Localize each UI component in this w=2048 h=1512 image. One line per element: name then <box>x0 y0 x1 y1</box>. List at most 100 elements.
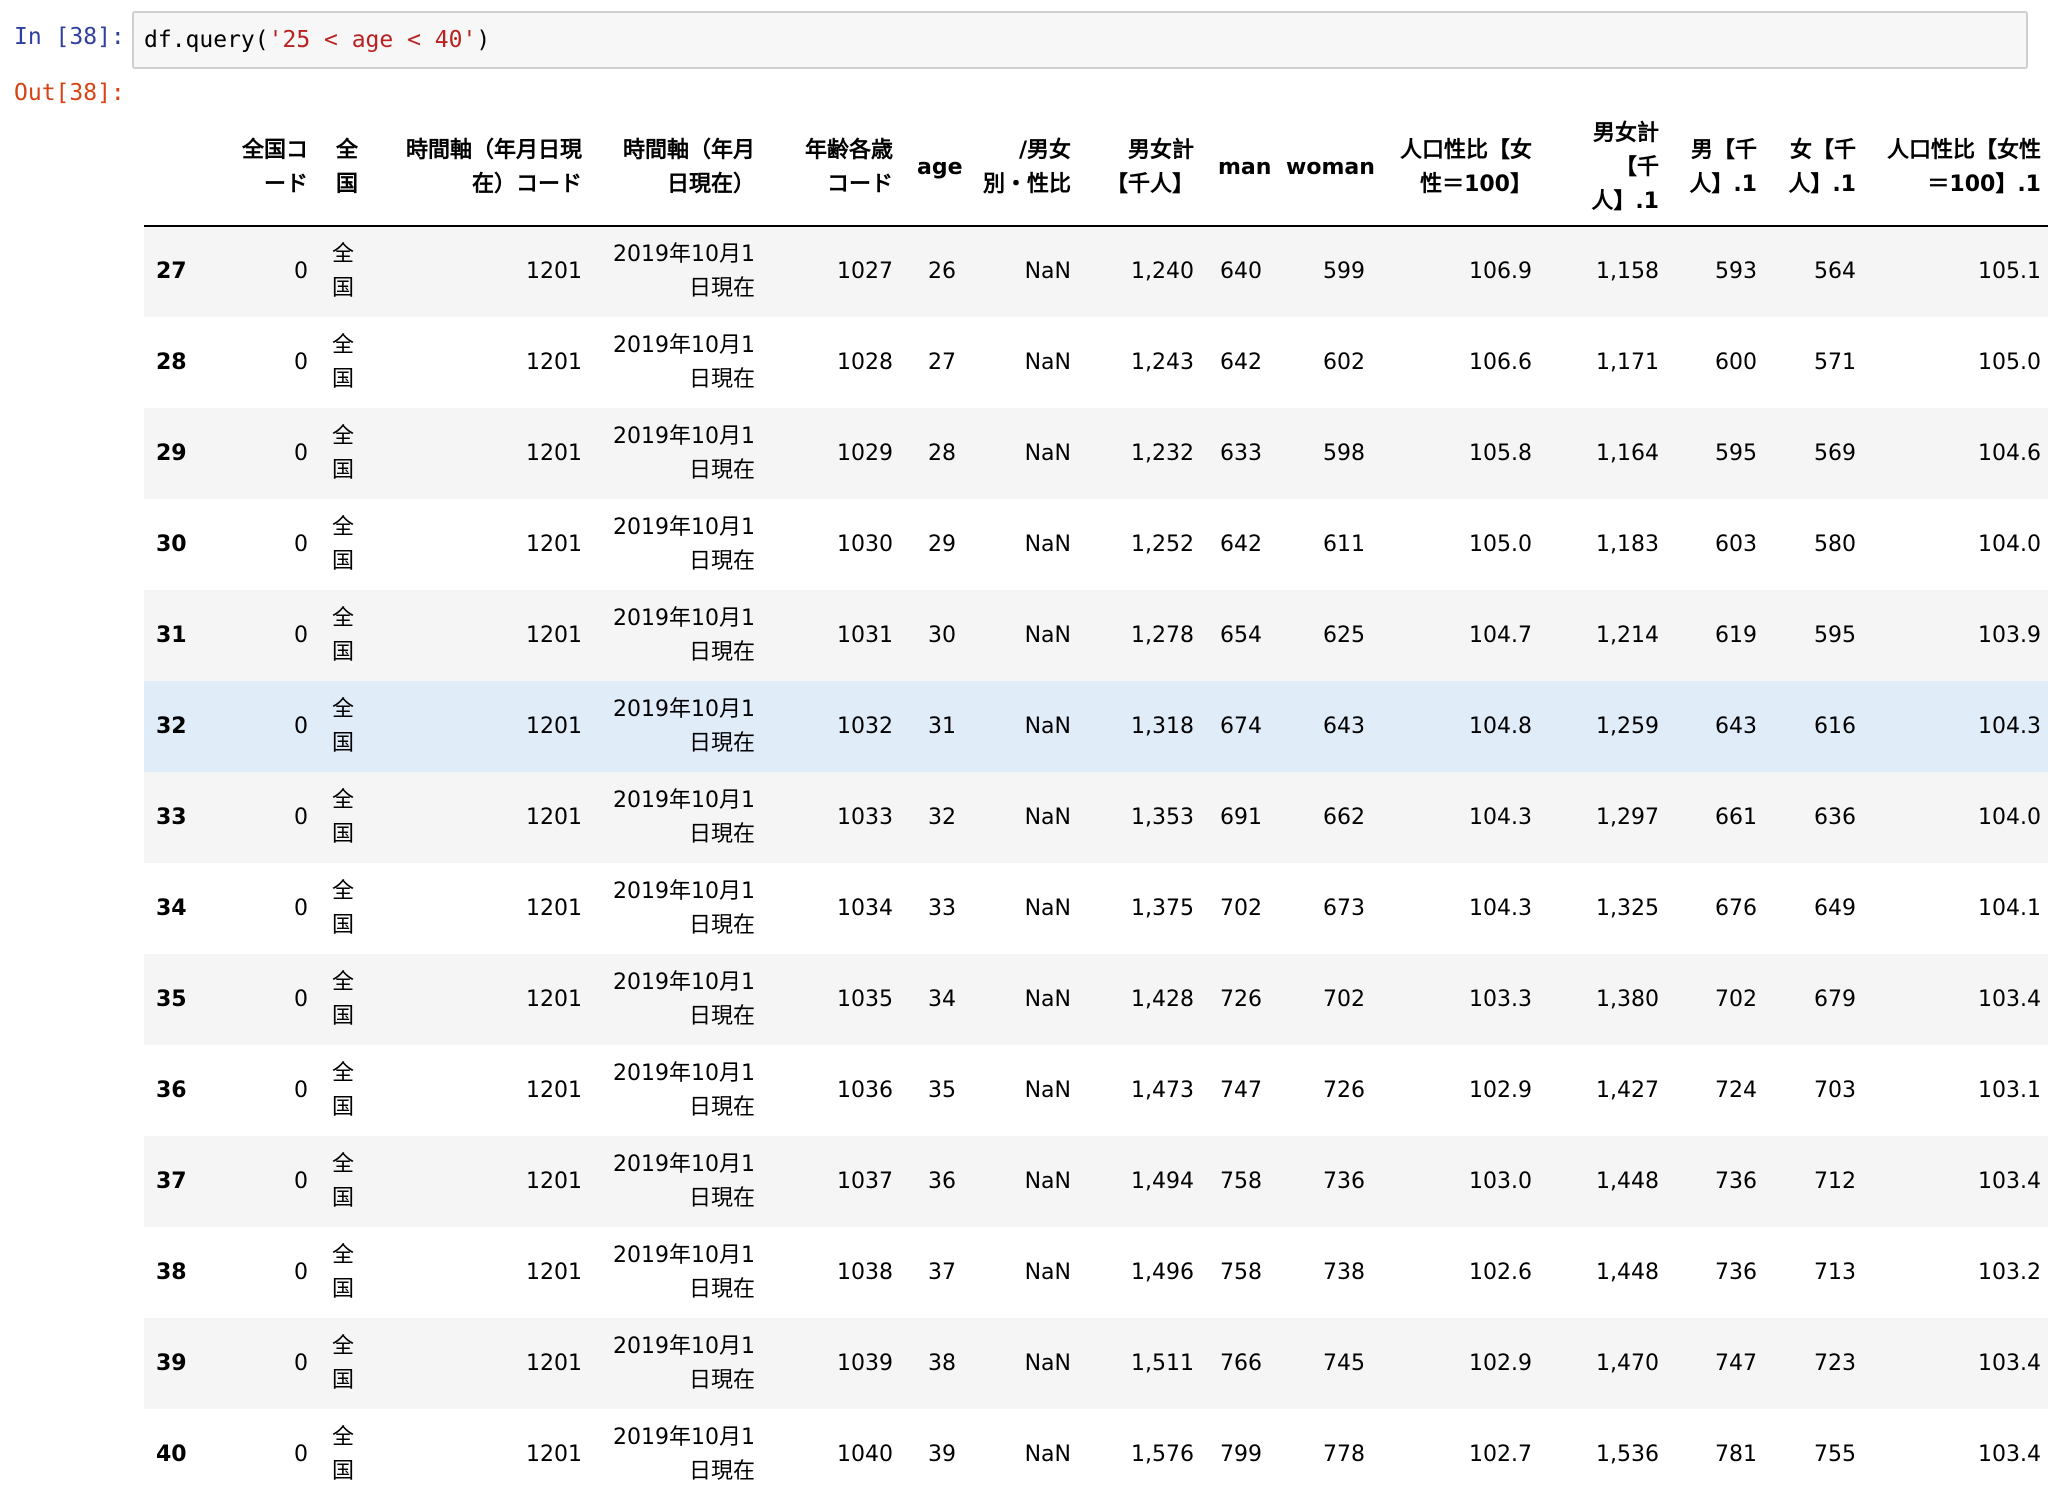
table-cell: 0 <box>294 622 308 648</box>
table-cell: 580 <box>1814 531 1856 557</box>
table-cell: 104.0 <box>1978 804 2041 830</box>
table-cell: 625 <box>1323 622 1365 648</box>
table-cell: 104.7 <box>1469 622 1532 648</box>
column-header: 男女計 【千 人】.1 <box>1544 110 1671 227</box>
table-cell: 2019年10月1 日現在 <box>613 969 755 1029</box>
table-cell: 36 <box>928 1168 956 1194</box>
table-row[interactable]: 34 0 全国 1201 2019年10月1 日現在 1034 33 NaN 1,375 702 67… <box>144 863 2048 954</box>
table-cell: NaN <box>1024 622 1071 648</box>
table-row[interactable]: 31 0 全国 1201 2019年10月1 日現在 1031 30 NaN 1,278 654 62… <box>144 590 2048 681</box>
table-cell: 1,427 <box>1596 1077 1659 1103</box>
table-cell: 27 <box>928 349 956 375</box>
table-cell: 1,470 <box>1596 1350 1659 1376</box>
table-cell: 34 <box>928 986 956 1012</box>
table-cell: 0 <box>294 1441 308 1467</box>
table-cell: 640 <box>1220 259 1262 284</box>
table-cell: 全国 <box>332 1424 355 1484</box>
table-cell: 643 <box>1323 713 1365 739</box>
table-cell: 726 <box>1323 1077 1365 1103</box>
table-cell: 1201 <box>526 986 582 1012</box>
table-cell: 619 <box>1715 622 1757 648</box>
table-cell: 1,164 <box>1596 440 1659 466</box>
table-row[interactable]: 35 0 全国 1201 2019年10月1 日現在 1035 34 NaN 1,428 726 70… <box>144 954 2048 1045</box>
table-cell: 104.0 <box>1978 531 2041 557</box>
table-row[interactable]: 38 0 全国 1201 2019年10月1 日現在 1038 37 NaN 1,496 758 73… <box>144 1227 2048 1318</box>
table-cell: 1,536 <box>1596 1441 1659 1467</box>
table-cell: 103.9 <box>1978 622 2041 648</box>
row-index: 38 <box>156 1259 187 1285</box>
table-cell: 654 <box>1220 622 1262 648</box>
table-cell: 39 <box>928 1441 956 1467</box>
table-cell: 106.6 <box>1469 349 1532 375</box>
table-cell: 736 <box>1715 1168 1757 1194</box>
table-cell: 1201 <box>526 713 582 739</box>
table-cell: 799 <box>1220 1441 1262 1467</box>
table-cell: 1201 <box>526 1259 582 1285</box>
table-cell: 30 <box>928 622 956 648</box>
table-cell: 全国 <box>332 1242 355 1302</box>
table-cell: 712 <box>1814 1168 1856 1194</box>
table-cell: 747 <box>1715 1350 1757 1376</box>
table-cell: 1,511 <box>1131 1350 1194 1376</box>
table-cell: 1201 <box>526 1441 582 1467</box>
table-cell: 642 <box>1220 531 1262 557</box>
table-row[interactable]: 28 0 全国 1201 2019年10月1 日現在 1028 27 NaN 1,243 642 60… <box>144 317 2048 408</box>
table-cell: 全国 <box>332 423 355 483</box>
table-cell: 736 <box>1323 1168 1365 1194</box>
column-header: 全国 <box>320 110 370 227</box>
table-cell: 595 <box>1715 440 1757 466</box>
table-cell: 106.9 <box>1469 259 1532 284</box>
code-input-cell[interactable]: df.query('25 < age < 40') <box>132 11 2028 69</box>
table-row[interactable]: 37 0 全国 1201 2019年10月1 日現在 1037 36 NaN 1,494 758 73… <box>144 1136 2048 1227</box>
header-row: 全国コ ード全国時間軸（年月日現 在）コード 時間軸（年月 日現在） 年齢各歳 コード age… <box>144 110 2048 227</box>
table-cell: 1201 <box>526 440 582 466</box>
table-cell: 104.6 <box>1978 440 2041 466</box>
table-cell: 2019年10月1 日現在 <box>613 514 755 574</box>
table-cell: 0 <box>294 713 308 739</box>
table-cell: 1,494 <box>1131 1168 1194 1194</box>
table-cell: 2019年10月1 日現在 <box>613 423 755 483</box>
column-header: man <box>1206 110 1274 227</box>
dataframe-table: 全国コ ード全国時間軸（年月日現 在）コード 時間軸（年月 日現在） 年齢各歳 コード age… <box>144 110 2048 1500</box>
dataframe-output: 全国コ ード全国時間軸（年月日現 在）コード 時間軸（年月 日現在） 年齢各歳 コード age… <box>144 110 2048 1500</box>
code-string-literal: '25 < age < 40' <box>268 27 477 53</box>
table-cell: 1,240 <box>1131 259 1194 284</box>
table-cell: 0 <box>294 259 308 284</box>
table-cell: 2019年10月1 日現在 <box>613 1060 755 1120</box>
table-row[interactable]: 32 0 全国 1201 2019年10月1 日現在 1032 31 NaN 1,318 674 64… <box>144 681 2048 772</box>
table-row[interactable]: 39 0 全国 1201 2019年10月1 日現在 1039 38 NaN 1,511 766 74… <box>144 1318 2048 1409</box>
table-cell: 1,318 <box>1131 713 1194 739</box>
table-cell: 102.7 <box>1469 1441 1532 1467</box>
table-cell: 662 <box>1323 804 1365 830</box>
table-cell: 全国 <box>332 878 355 938</box>
table-row[interactable]: 30 0 全国 1201 2019年10月1 日現在 1030 29 NaN 1,252 642 61… <box>144 499 2048 590</box>
table-cell: 0 <box>294 1350 308 1376</box>
table-cell: 702 <box>1323 986 1365 1012</box>
table-cell: NaN <box>1024 713 1071 739</box>
table-cell: 103.4 <box>1978 1168 2041 1194</box>
table-cell: 1201 <box>526 804 582 830</box>
table-cell: 758 <box>1220 1168 1262 1194</box>
table-cell: 全国 <box>332 696 355 756</box>
table-cell: 0 <box>294 1168 308 1194</box>
table-cell: NaN <box>1024 1077 1071 1103</box>
column-header: woman <box>1274 110 1377 227</box>
table-cell: 1,158 <box>1596 259 1659 284</box>
table-cell: 611 <box>1323 531 1365 557</box>
table-cell: 595 <box>1814 622 1856 648</box>
table-row[interactable]: 36 0 全国 1201 2019年10月1 日現在 1036 35 NaN 1,473 747 72… <box>144 1045 2048 1136</box>
table-cell: 2019年10月1 日現在 <box>613 1424 755 1484</box>
table-cell: 778 <box>1323 1441 1365 1467</box>
column-header: 時間軸（年月日現 在）コード <box>370 110 594 227</box>
table-cell: 全国 <box>332 1333 355 1393</box>
table-row[interactable]: 29 0 全国 1201 2019年10月1 日現在 1029 28 NaN 1,232 633 59… <box>144 408 2048 499</box>
table-cell: 0 <box>294 531 308 557</box>
table-row[interactable]: 27 0 全国 1201 2019年10月1 日現在 1027 26 NaN 1,240 640 59… <box>144 226 2048 317</box>
table-row[interactable]: 33 0 全国 1201 2019年10月1 日現在 1033 32 NaN 1,353 691 66… <box>144 772 2048 863</box>
row-index: 36 <box>156 1077 187 1103</box>
table-cell: 781 <box>1715 1441 1757 1467</box>
table-cell: 642 <box>1220 349 1262 375</box>
table-cell: 全国 <box>332 605 355 665</box>
table-cell: 643 <box>1715 713 1757 739</box>
table-row[interactable]: 40 0 全国 1201 2019年10月1 日現在 1040 39 NaN 1,576 799 77… <box>144 1409 2048 1500</box>
